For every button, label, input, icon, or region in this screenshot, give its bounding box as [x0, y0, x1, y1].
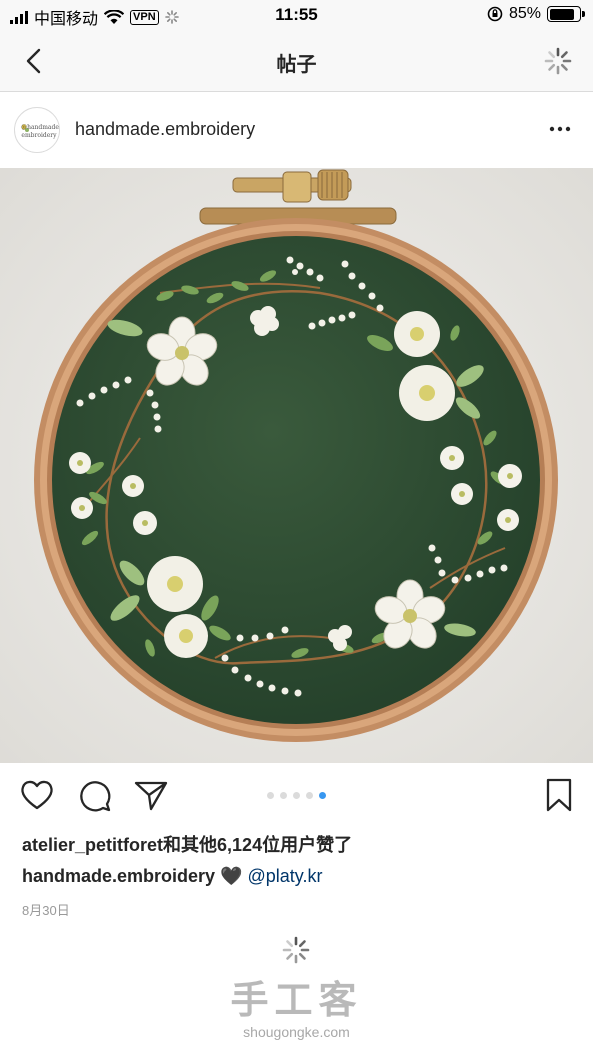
- status-right: 85%: [487, 5, 585, 23]
- chevron-left-icon[interactable]: [18, 44, 52, 78]
- status-bar: 中国移动 VPN 11:55 85%: [0, 0, 593, 32]
- caption: handmade.embroidery 🖤 @platy.kr: [22, 866, 322, 887]
- carousel-dot: [280, 792, 287, 799]
- orientation-lock-icon: [487, 6, 503, 22]
- avatar[interactable]: @handmade embroidery: [14, 107, 60, 153]
- avatar-image: @handmade embroidery: [16, 109, 59, 152]
- post-header: @handmade embroidery handmade.embroidery: [0, 93, 593, 168]
- caption-mention[interactable]: @platy.kr: [248, 866, 323, 886]
- watermark-url: shougongke.com: [243, 1024, 350, 1040]
- carousel-dot: [267, 792, 274, 799]
- post-actions: [0, 772, 593, 820]
- caption-emoji: 🖤: [220, 866, 243, 886]
- embroidery-hoop-photo: [0, 168, 593, 763]
- nav-bar: 帖子: [0, 32, 593, 92]
- page-title: 帖子: [276, 54, 317, 76]
- post-date: 8月30日: [22, 903, 70, 918]
- likes-text[interactable]: atelier_petitforet和其他6,124位用户赞了: [22, 831, 352, 857]
- avatar-text-1: @handmade: [21, 124, 59, 131]
- battery-fill: [549, 8, 575, 20]
- post-photo[interactable]: [0, 168, 593, 763]
- more-icon[interactable]: [545, 117, 575, 141]
- carousel-dot: [306, 792, 313, 799]
- carousel-dot: [293, 792, 300, 799]
- bookmark-icon[interactable]: [540, 776, 578, 814]
- loading-spinner-icon: [282, 936, 310, 964]
- watermark: 手工客 shougongke.com: [0, 980, 593, 1040]
- battery-icon: [547, 6, 585, 22]
- watermark-brand: 手工客: [230, 978, 363, 1022]
- battery-percent: 85%: [508, 5, 541, 22]
- avatar-text-2: embroidery: [21, 132, 57, 139]
- carousel-indicator: [0, 792, 593, 799]
- caption-username[interactable]: handmade.embroidery: [22, 866, 215, 886]
- post-username[interactable]: handmade.embroidery: [75, 119, 255, 140]
- spinner-icon: [544, 47, 572, 75]
- carousel-dot: [319, 792, 326, 799]
